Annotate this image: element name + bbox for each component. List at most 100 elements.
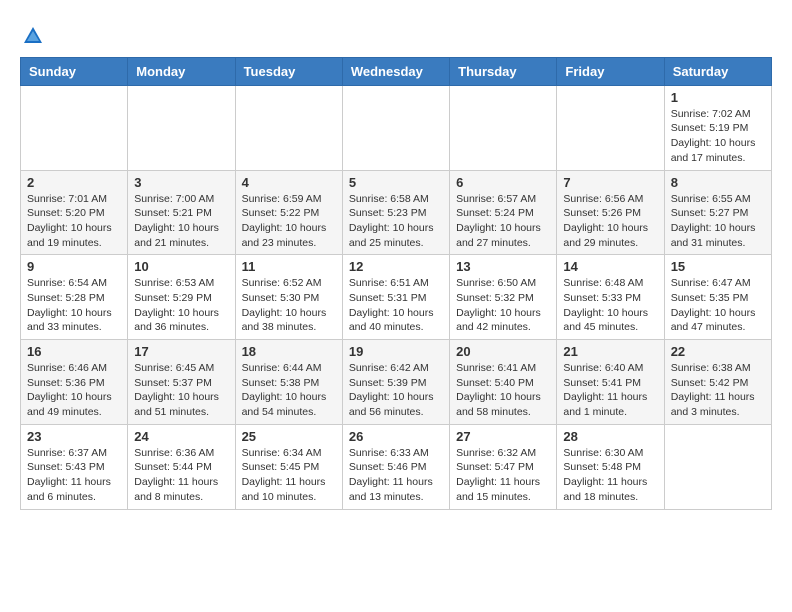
day-number: 15 bbox=[671, 259, 765, 274]
day-info: Sunrise: 7:02 AMSunset: 5:19 PMDaylight:… bbox=[671, 107, 765, 166]
calendar-cell: 25 Sunrise: 6:34 AMSunset: 5:45 PMDayligh… bbox=[235, 424, 342, 509]
calendar-cell: 26Sunrise: 6:33 AMSunset: 5:46 PMDayligh… bbox=[342, 424, 449, 509]
calendar-cell: 2 Sunrise: 7:01 AMSunset: 5:20 PMDaylight… bbox=[21, 170, 128, 255]
day-number: 12 bbox=[349, 259, 443, 274]
day-info: Sunrise: 6:47 AMSunset: 5:35 PMDaylight:… bbox=[671, 276, 765, 335]
day-info: Sunrise: 6:45 AMSunset: 5:37 PMDaylight:… bbox=[134, 361, 228, 420]
calendar-cell: 7 Sunrise: 6:56 AMSunset: 5:26 PMDaylight… bbox=[557, 170, 664, 255]
day-info: Sunrise: 6:46 AMSunset: 5:36 PMDaylight:… bbox=[27, 361, 121, 420]
day-number: 13 bbox=[456, 259, 550, 274]
day-info: Sunrise: 6:42 AMSunset: 5:39 PMDaylight:… bbox=[349, 361, 443, 420]
day-info: Sunrise: 6:59 AMSunset: 5:22 PMDaylight:… bbox=[242, 192, 336, 251]
calendar-cell: 20 Sunrise: 6:41 AMSunset: 5:40 PMDayligh… bbox=[450, 340, 557, 425]
day-number: 3 bbox=[134, 175, 228, 190]
day-number: 6 bbox=[456, 175, 550, 190]
day-info: Sunrise: 6:37 AMSunset: 5:43 PMDaylight:… bbox=[27, 446, 121, 505]
calendar-week-4: 16 Sunrise: 6:46 AMSunset: 5:36 PMDayligh… bbox=[21, 340, 772, 425]
calendar-cell bbox=[450, 85, 557, 170]
day-info: Sunrise: 6:51 AMSunset: 5:31 PMDaylight:… bbox=[349, 276, 443, 335]
page-header bbox=[20, 20, 772, 47]
calendar-cell bbox=[342, 85, 449, 170]
day-number: 9 bbox=[27, 259, 121, 274]
day-number: 21 bbox=[563, 344, 657, 359]
calendar-cell: 10 Sunrise: 6:53 AMSunset: 5:29 PMDayligh… bbox=[128, 255, 235, 340]
day-info: Sunrise: 7:01 AMSunset: 5:20 PMDaylight:… bbox=[27, 192, 121, 251]
day-number: 17 bbox=[134, 344, 228, 359]
calendar-cell bbox=[664, 424, 771, 509]
calendar-cell: 6 Sunrise: 6:57 AMSunset: 5:24 PMDaylight… bbox=[450, 170, 557, 255]
day-number: 16 bbox=[27, 344, 121, 359]
day-info: Sunrise: 7:00 AMSunset: 5:21 PMDaylight:… bbox=[134, 192, 228, 251]
day-info: Sunrise: 6:52 AMSunset: 5:30 PMDaylight:… bbox=[242, 276, 336, 335]
day-number: 2 bbox=[27, 175, 121, 190]
day-number: 7 bbox=[563, 175, 657, 190]
day-info: Sunrise: 6:50 AMSunset: 5:32 PMDaylight:… bbox=[456, 276, 550, 335]
day-number: 25 bbox=[242, 429, 336, 444]
day-number: 23 bbox=[27, 429, 121, 444]
day-info: Sunrise: 6:55 AMSunset: 5:27 PMDaylight:… bbox=[671, 192, 765, 251]
day-info: Sunrise: 6:57 AMSunset: 5:24 PMDaylight:… bbox=[456, 192, 550, 251]
day-info: Sunrise: 6:41 AMSunset: 5:40 PMDaylight:… bbox=[456, 361, 550, 420]
calendar-week-1: 1 Sunrise: 7:02 AMSunset: 5:19 PMDaylight… bbox=[21, 85, 772, 170]
day-info: Sunrise: 6:44 AMSunset: 5:38 PMDaylight:… bbox=[242, 361, 336, 420]
calendar-cell: 16 Sunrise: 6:46 AMSunset: 5:36 PMDayligh… bbox=[21, 340, 128, 425]
day-number: 14 bbox=[563, 259, 657, 274]
calendar-cell bbox=[128, 85, 235, 170]
calendar-cell bbox=[21, 85, 128, 170]
day-number: 19 bbox=[349, 344, 443, 359]
calendar-cell: 17 Sunrise: 6:45 AMSunset: 5:37 PMDayligh… bbox=[128, 340, 235, 425]
calendar-cell: 1 Sunrise: 7:02 AMSunset: 5:19 PMDaylight… bbox=[664, 85, 771, 170]
day-number: 28 bbox=[563, 429, 657, 444]
calendar-cell: 18 Sunrise: 6:44 AMSunset: 5:38 PMDayligh… bbox=[235, 340, 342, 425]
day-info: Sunrise: 6:56 AMSunset: 5:26 PMDaylight:… bbox=[563, 192, 657, 251]
day-number: 4 bbox=[242, 175, 336, 190]
day-number: 11 bbox=[242, 259, 336, 274]
day-info: Sunrise: 6:33 AMSunset: 5:46 PMDaylight:… bbox=[349, 446, 443, 505]
day-info: Sunrise: 6:40 AMSunset: 5:41 PMDaylight:… bbox=[563, 361, 657, 420]
day-number: 18 bbox=[242, 344, 336, 359]
logo-text bbox=[20, 20, 44, 47]
col-header-thursday: Thursday bbox=[450, 57, 557, 85]
calendar-header-row: SundayMondayTuesdayWednesdayThursdayFrid… bbox=[21, 57, 772, 85]
calendar-cell: 13 Sunrise: 6:50 AMSunset: 5:32 PMDayligh… bbox=[450, 255, 557, 340]
day-info: Sunrise: 6:32 AMSunset: 5:47 PMDaylight:… bbox=[456, 446, 550, 505]
calendar-cell: 15 Sunrise: 6:47 AMSunset: 5:35 PMDayligh… bbox=[664, 255, 771, 340]
day-info: Sunrise: 6:38 AMSunset: 5:42 PMDaylight:… bbox=[671, 361, 765, 420]
calendar-cell: 14 Sunrise: 6:48 AMSunset: 5:33 PMDayligh… bbox=[557, 255, 664, 340]
col-header-wednesday: Wednesday bbox=[342, 57, 449, 85]
calendar-week-3: 9 Sunrise: 6:54 AMSunset: 5:28 PMDaylight… bbox=[21, 255, 772, 340]
col-header-tuesday: Tuesday bbox=[235, 57, 342, 85]
logo bbox=[20, 20, 44, 47]
day-info: Sunrise: 6:53 AMSunset: 5:29 PMDaylight:… bbox=[134, 276, 228, 335]
calendar-cell: 24Sunrise: 6:36 AMSunset: 5:44 PMDayligh… bbox=[128, 424, 235, 509]
calendar-cell: 19 Sunrise: 6:42 AMSunset: 5:39 PMDayligh… bbox=[342, 340, 449, 425]
calendar-cell: 21 Sunrise: 6:40 AMSunset: 5:41 PMDayligh… bbox=[557, 340, 664, 425]
calendar-cell bbox=[235, 85, 342, 170]
day-info: Sunrise: 6:54 AMSunset: 5:28 PMDaylight:… bbox=[27, 276, 121, 335]
day-info: Sunrise: 6:34 AMSunset: 5:45 PMDaylight:… bbox=[242, 446, 336, 505]
calendar-cell: 22 Sunrise: 6:38 AMSunset: 5:42 PMDayligh… bbox=[664, 340, 771, 425]
calendar-cell: 4 Sunrise: 6:59 AMSunset: 5:22 PMDaylight… bbox=[235, 170, 342, 255]
calendar-cell: 23 Sunrise: 6:37 AMSunset: 5:43 PMDayligh… bbox=[21, 424, 128, 509]
calendar-cell: 3 Sunrise: 7:00 AMSunset: 5:21 PMDaylight… bbox=[128, 170, 235, 255]
day-info: Sunrise: 6:36 AMSunset: 5:44 PMDaylight:… bbox=[134, 446, 228, 505]
day-info: Sunrise: 6:58 AMSunset: 5:23 PMDaylight:… bbox=[349, 192, 443, 251]
calendar-cell: 11 Sunrise: 6:52 AMSunset: 5:30 PMDayligh… bbox=[235, 255, 342, 340]
day-info: Sunrise: 6:30 AMSunset: 5:48 PMDaylight:… bbox=[563, 446, 657, 505]
logo-icon bbox=[22, 25, 44, 47]
calendar-cell: 28 Sunrise: 6:30 AMSunset: 5:48 PMDayligh… bbox=[557, 424, 664, 509]
calendar-cell: 5Sunrise: 6:58 AMSunset: 5:23 PMDaylight… bbox=[342, 170, 449, 255]
col-header-monday: Monday bbox=[128, 57, 235, 85]
day-number: 20 bbox=[456, 344, 550, 359]
calendar-table: SundayMondayTuesdayWednesdayThursdayFrid… bbox=[20, 57, 772, 510]
col-header-friday: Friday bbox=[557, 57, 664, 85]
calendar-body: 1 Sunrise: 7:02 AMSunset: 5:19 PMDaylight… bbox=[21, 85, 772, 509]
day-number: 22 bbox=[671, 344, 765, 359]
calendar-cell: 12 Sunrise: 6:51 AMSunset: 5:31 PMDayligh… bbox=[342, 255, 449, 340]
day-number: 10 bbox=[134, 259, 228, 274]
col-header-sunday: Sunday bbox=[21, 57, 128, 85]
day-number: 1 bbox=[671, 90, 765, 105]
day-info: Sunrise: 6:48 AMSunset: 5:33 PMDaylight:… bbox=[563, 276, 657, 335]
calendar-cell: 9 Sunrise: 6:54 AMSunset: 5:28 PMDaylight… bbox=[21, 255, 128, 340]
day-number: 27 bbox=[456, 429, 550, 444]
